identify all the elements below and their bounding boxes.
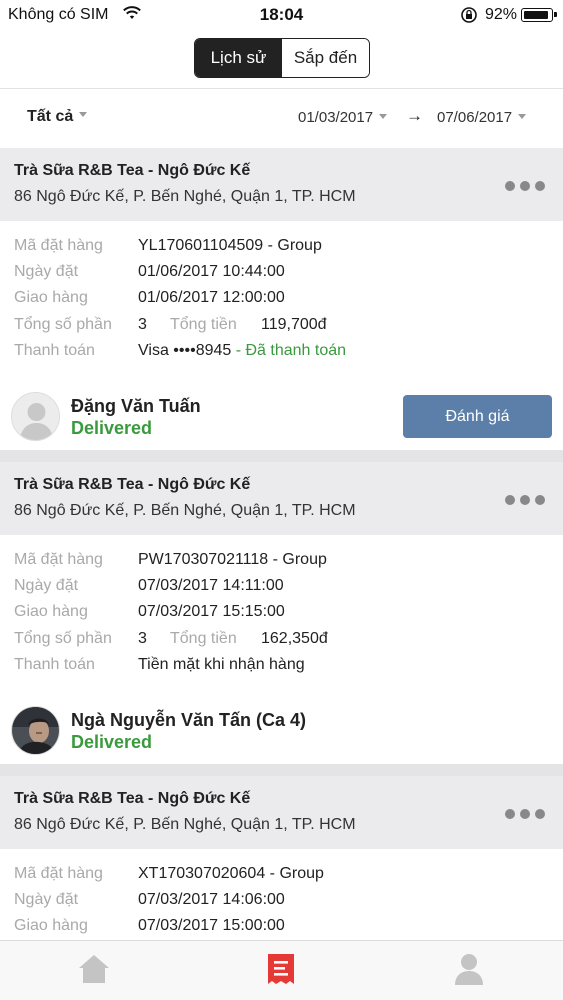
delivery-label: Giao hàng	[14, 917, 88, 934]
order-date-value: 07/03/2017 14:06:00	[138, 891, 285, 908]
arrow-right-icon: →	[406, 106, 423, 125]
profile-icon	[454, 952, 484, 991]
tab-orders[interactable]	[241, 941, 321, 1000]
payment-method: Visa ••••8945	[138, 342, 232, 359]
date-to-dropdown[interactable]: 07/06/2017	[437, 109, 527, 126]
total-items-value: 3	[138, 630, 147, 647]
delivery-label: Giao hàng	[14, 603, 88, 620]
clock: 18:04	[259, 5, 304, 24]
divider	[0, 88, 563, 89]
store-address: 86 Ngô Đức Kế, P. Bến Nghé, Quận 1, TP. …	[14, 502, 356, 519]
store-address: 86 Ngô Đức Kế, P. Bến Nghé, Quận 1, TP. …	[14, 188, 356, 205]
total-items-label: Tổng số phần	[14, 630, 112, 647]
payment-method: Tiền mặt khi nhận hàng	[138, 656, 305, 673]
total-price-label: Tổng tiền	[170, 316, 237, 333]
order-date-value: 01/06/2017 10:44:00	[138, 263, 285, 280]
delivery-label: Giao hàng	[14, 289, 88, 306]
store-address: 86 Ngô Đức Kế, P. Bến Nghé, Quận 1, TP. …	[14, 816, 356, 833]
bottom-tab-bar	[0, 940, 563, 1000]
status-bar: Không có SIM 18:04 92%	[0, 0, 563, 30]
delivery-status: Delivered	[71, 418, 153, 438]
delivery-value: 07/03/2017 15:00:00	[138, 917, 285, 934]
delivery-value: 01/06/2017 12:00:00	[138, 289, 285, 306]
tab-history[interactable]: Lịch sử	[195, 39, 282, 77]
home-icon	[77, 953, 111, 990]
order-card[interactable]: Trà Sữa R&B Tea - Ngô Đức Kế 86 Ngô Đức …	[0, 776, 563, 940]
store-header: Trà Sữa R&B Tea - Ngô Đức Kế 86 Ngô Đức …	[0, 462, 563, 535]
total-items-label: Tổng số phần	[14, 316, 112, 333]
payment-label: Thanh toán	[14, 656, 95, 673]
order-code-value: PW170307021118 - Group	[138, 551, 327, 568]
total-price-label: Tổng tiền	[170, 630, 237, 647]
order-code-label: Mã đặt hàng	[14, 865, 103, 882]
tab-home[interactable]	[54, 941, 134, 1000]
status-filter-label: Tất cả	[27, 108, 74, 125]
total-price-value: 162,350đ	[261, 630, 328, 647]
avatar-placeholder-icon	[11, 392, 60, 441]
store-name: Trà Sữa R&B Tea - Ngô Đức Kế	[14, 476, 251, 493]
delivery-value: 07/03/2017 15:15:00	[138, 603, 285, 620]
payment-label: Thanh toán	[14, 342, 95, 359]
order-code-label: Mã đặt hàng	[14, 237, 103, 254]
total-price-value: 119,700đ	[261, 316, 327, 333]
order-code-value: XT170307020604 - Group	[138, 865, 324, 882]
delivery-status: Delivered	[71, 732, 153, 752]
more-options-icon[interactable]	[505, 181, 545, 191]
filter-bar: Tất cả 01/03/2017 → 07/06/2017	[0, 92, 563, 144]
rotation-lock-icon	[460, 6, 478, 29]
rate-button[interactable]: Đánh giá	[403, 395, 552, 438]
payment-value: Visa ••••8945 - Đã thanh toán	[138, 342, 346, 360]
battery-percent: 92%	[485, 6, 518, 23]
order-date-label: Ngày đặt	[14, 577, 79, 594]
more-options-icon[interactable]	[505, 809, 545, 819]
order-code-label: Mã đặt hàng	[14, 551, 103, 568]
order-card[interactable]: Trà Sữa R&B Tea - Ngô Đức Kế 86 Ngô Đức …	[0, 462, 563, 764]
caret-down-icon	[79, 112, 88, 118]
caret-down-icon	[379, 113, 388, 119]
order-date-value: 07/03/2017 14:11:00	[138, 577, 284, 594]
more-options-icon[interactable]	[505, 495, 545, 505]
date-from-value: 01/03/2017	[298, 109, 374, 126]
driver-name: Ngà Nguyễn Văn Tấn (Ca 4)	[71, 710, 307, 730]
store-name: Trà Sữa R&B Tea - Ngô Đức Kế	[14, 162, 251, 179]
order-code-value: YL170601104509 - Group	[138, 237, 322, 254]
total-items-value: 3	[138, 316, 147, 333]
divider	[0, 764, 563, 776]
history-upcoming-segment: Lịch sử Sắp đến	[194, 38, 370, 78]
date-from-dropdown[interactable]: 01/03/2017	[298, 109, 388, 126]
tab-upcoming[interactable]: Sắp đến	[282, 39, 369, 77]
battery-icon	[521, 8, 557, 22]
driver-avatar	[11, 706, 60, 755]
divider	[0, 450, 563, 462]
payment-value: Tiền mặt khi nhận hàng	[138, 656, 305, 674]
caret-down-icon	[518, 113, 527, 119]
store-name: Trà Sữa R&B Tea - Ngô Đức Kế	[14, 790, 251, 807]
store-header: Trà Sữa R&B Tea - Ngô Đức Kế 86 Ngô Đức …	[0, 148, 563, 221]
driver-name: Đặng Văn Tuấn	[71, 396, 201, 416]
tab-profile[interactable]	[429, 941, 509, 1000]
order-date-label: Ngày đặt	[14, 891, 79, 908]
order-card[interactable]: Trà Sữa R&B Tea - Ngô Đức Kế 86 Ngô Đức …	[0, 148, 563, 450]
orders-icon	[266, 952, 296, 991]
date-to-value: 07/06/2017	[437, 109, 513, 126]
store-header: Trà Sữa R&B Tea - Ngô Đức Kế 86 Ngô Đức …	[0, 776, 563, 849]
payment-status: - Đã thanh toán	[231, 342, 347, 359]
order-date-label: Ngày đặt	[14, 263, 79, 280]
status-filter-dropdown[interactable]: Tất cả	[27, 108, 88, 126]
